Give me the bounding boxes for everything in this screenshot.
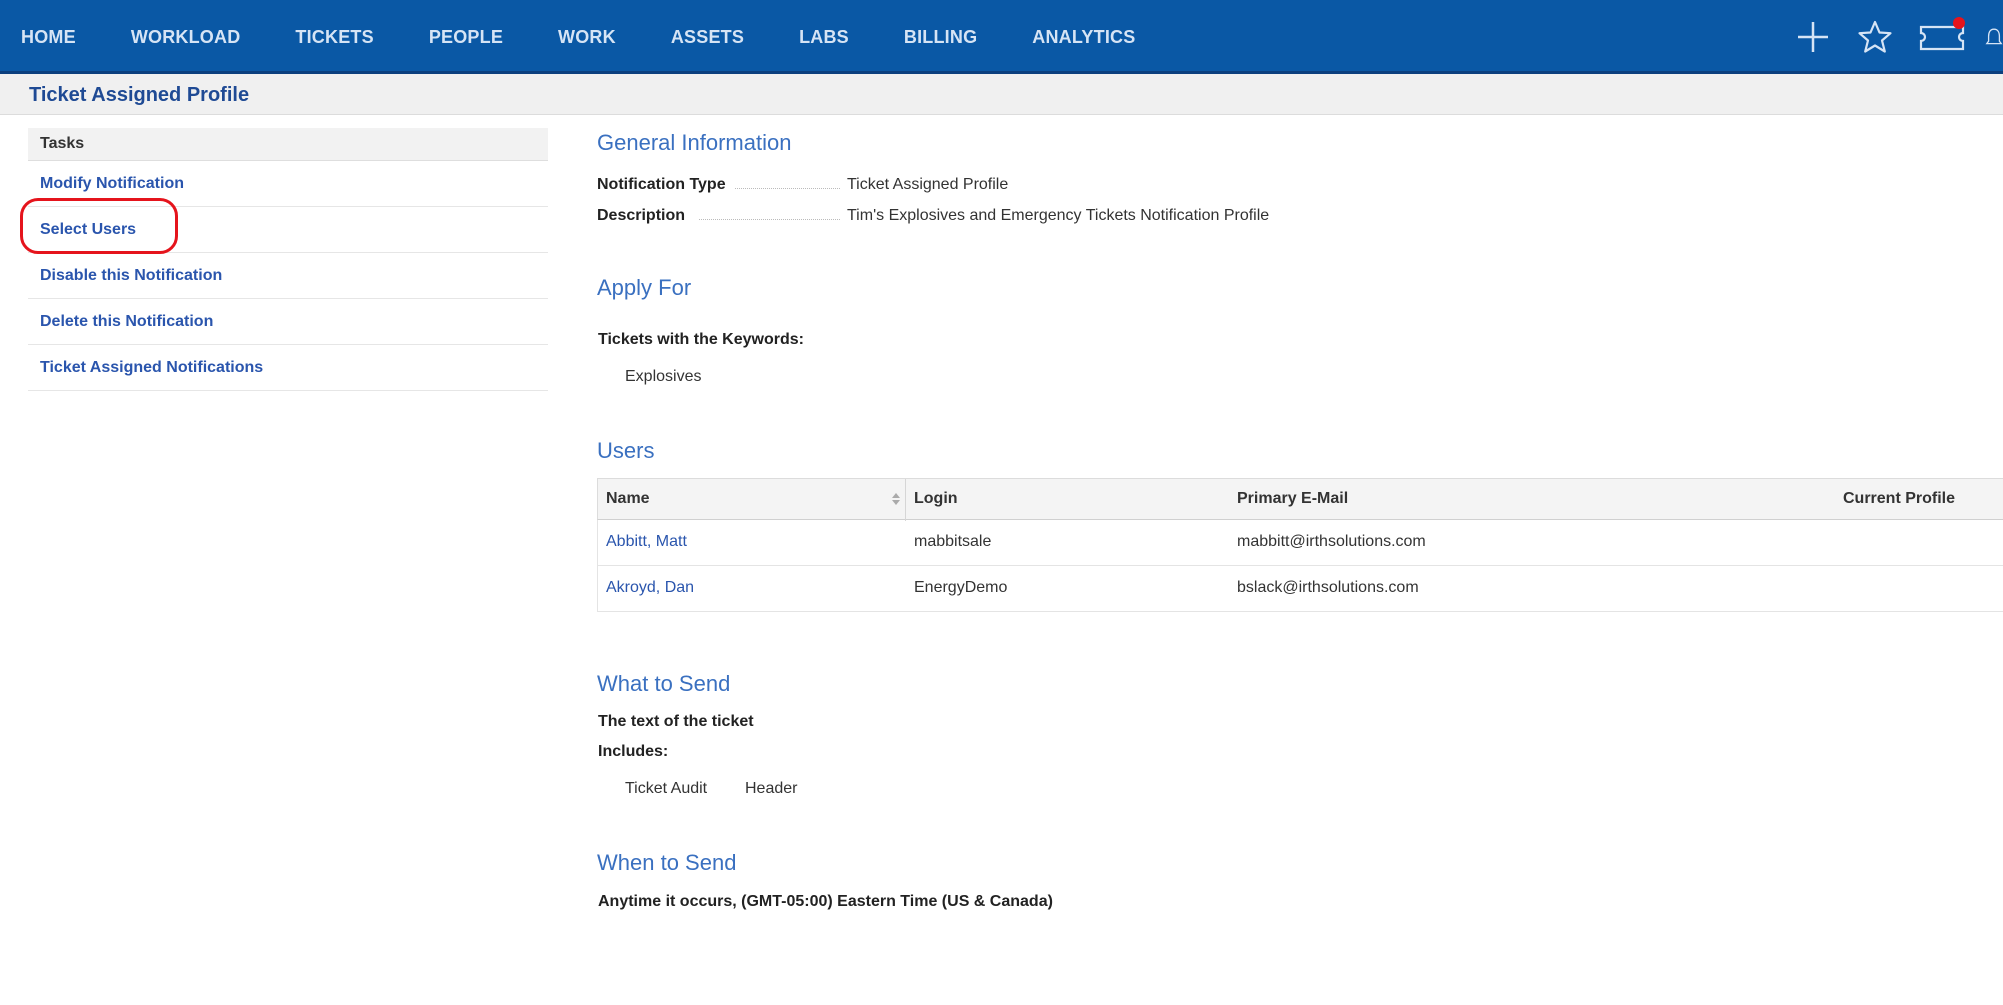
task-disable-notification[interactable]: Disable this Notification <box>28 253 548 299</box>
description-label: Description <box>597 207 686 224</box>
user-name-link[interactable]: Abbitt, Matt <box>606 533 687 551</box>
plus-icon[interactable] <box>1793 17 1833 57</box>
top-icon-group <box>1793 0 2003 74</box>
description-row: Description Tim's Explosives and Emergen… <box>597 207 1397 229</box>
leader-dots <box>699 219 840 220</box>
nav-analytics[interactable]: ANALYTICS <box>1032 27 1135 48</box>
task-modify-notification[interactable]: Modify Notification <box>28 161 548 207</box>
user-email: bslack@irthsolutions.com <box>1237 579 1419 596</box>
keywords-label: Tickets with the Keywords: <box>598 331 804 348</box>
column-header-login[interactable]: Login <box>914 490 958 508</box>
keyword-value: Explosives <box>625 368 702 385</box>
nav-tickets[interactable]: TICKETS <box>295 27 373 48</box>
apply-for-title: Apply For <box>597 275 692 300</box>
nav-workload[interactable]: WORKLOAD <box>131 27 241 48</box>
page-title: Ticket Assigned Profile <box>29 84 250 106</box>
nav-assets[interactable]: ASSETS <box>671 27 744 48</box>
general-information-title: General Information <box>597 130 792 155</box>
column-divider <box>905 479 906 521</box>
task-delete-notification[interactable]: Delete this Notification <box>28 299 548 345</box>
nav-home[interactable]: HOME <box>21 27 76 48</box>
table-row: Abbitt, Matt mabbitsale mabbitt@irthsolu… <box>597 520 2003 566</box>
tasks-header: Tasks <box>28 128 548 161</box>
leader-dots <box>735 188 840 189</box>
column-header-name[interactable]: Name <box>606 490 650 508</box>
ticket-text-label: The text of the ticket <box>598 713 754 730</box>
users-table-header: Name Login Primary E-Mail Current Profil… <box>597 478 2003 521</box>
task-select-users[interactable]: Select Users <box>28 207 548 253</box>
notification-type-label: Notification Type <box>597 176 726 193</box>
page-header: Ticket Assigned Profile <box>0 74 2003 115</box>
when-to-send-value: Anytime it occurs, (GMT-05:00) Eastern T… <box>598 893 1053 910</box>
star-icon[interactable] <box>1855 17 1895 57</box>
task-ticket-assigned-notifications[interactable]: Ticket Assigned Notifications <box>28 345 548 391</box>
user-login: mabbitsale <box>914 533 992 550</box>
include-item-ticket-audit: Ticket Audit <box>625 780 708 797</box>
notification-type-value: Ticket Assigned Profile <box>847 176 1009 193</box>
notification-dot <box>1953 17 1965 29</box>
tasks-panel: Tasks Modify Notification Select Users D… <box>28 128 548 391</box>
nav-labs[interactable]: LABS <box>799 27 849 48</box>
users-title: Users <box>597 438 655 463</box>
includes-label: Includes: <box>598 743 669 760</box>
notification-type-row: Notification Type Ticket Assigned Profil… <box>597 176 1397 198</box>
user-login: EnergyDemo <box>914 579 1008 596</box>
bell-icon[interactable] <box>1985 17 2003 57</box>
description-value: Tim's Explosives and Emergency Tickets N… <box>847 207 1270 224</box>
column-header-current-profile[interactable]: Current Profile <box>1843 490 1955 508</box>
top-navigation-bar: HOME WORKLOAD TICKETS PEOPLE WORK ASSETS… <box>0 0 2003 74</box>
main-nav: HOME WORKLOAD TICKETS PEOPLE WORK ASSETS… <box>0 0 1169 74</box>
sort-icon[interactable] <box>891 491 901 512</box>
ticket-icon[interactable] <box>1917 17 1967 57</box>
nav-work[interactable]: WORK <box>558 27 616 48</box>
table-row: Akroyd, Dan EnergyDemo bslack@irthsoluti… <box>597 566 2003 612</box>
user-name-link[interactable]: Akroyd, Dan <box>606 579 694 597</box>
nav-billing[interactable]: BILLING <box>904 27 977 48</box>
nav-people[interactable]: PEOPLE <box>429 27 503 48</box>
what-to-send-title: What to Send <box>597 671 731 696</box>
when-to-send-title: When to Send <box>597 850 737 875</box>
column-header-email[interactable]: Primary E-Mail <box>1237 490 1348 508</box>
include-item-header: Header <box>745 780 798 797</box>
user-email: mabbitt@irthsolutions.com <box>1237 533 1426 550</box>
